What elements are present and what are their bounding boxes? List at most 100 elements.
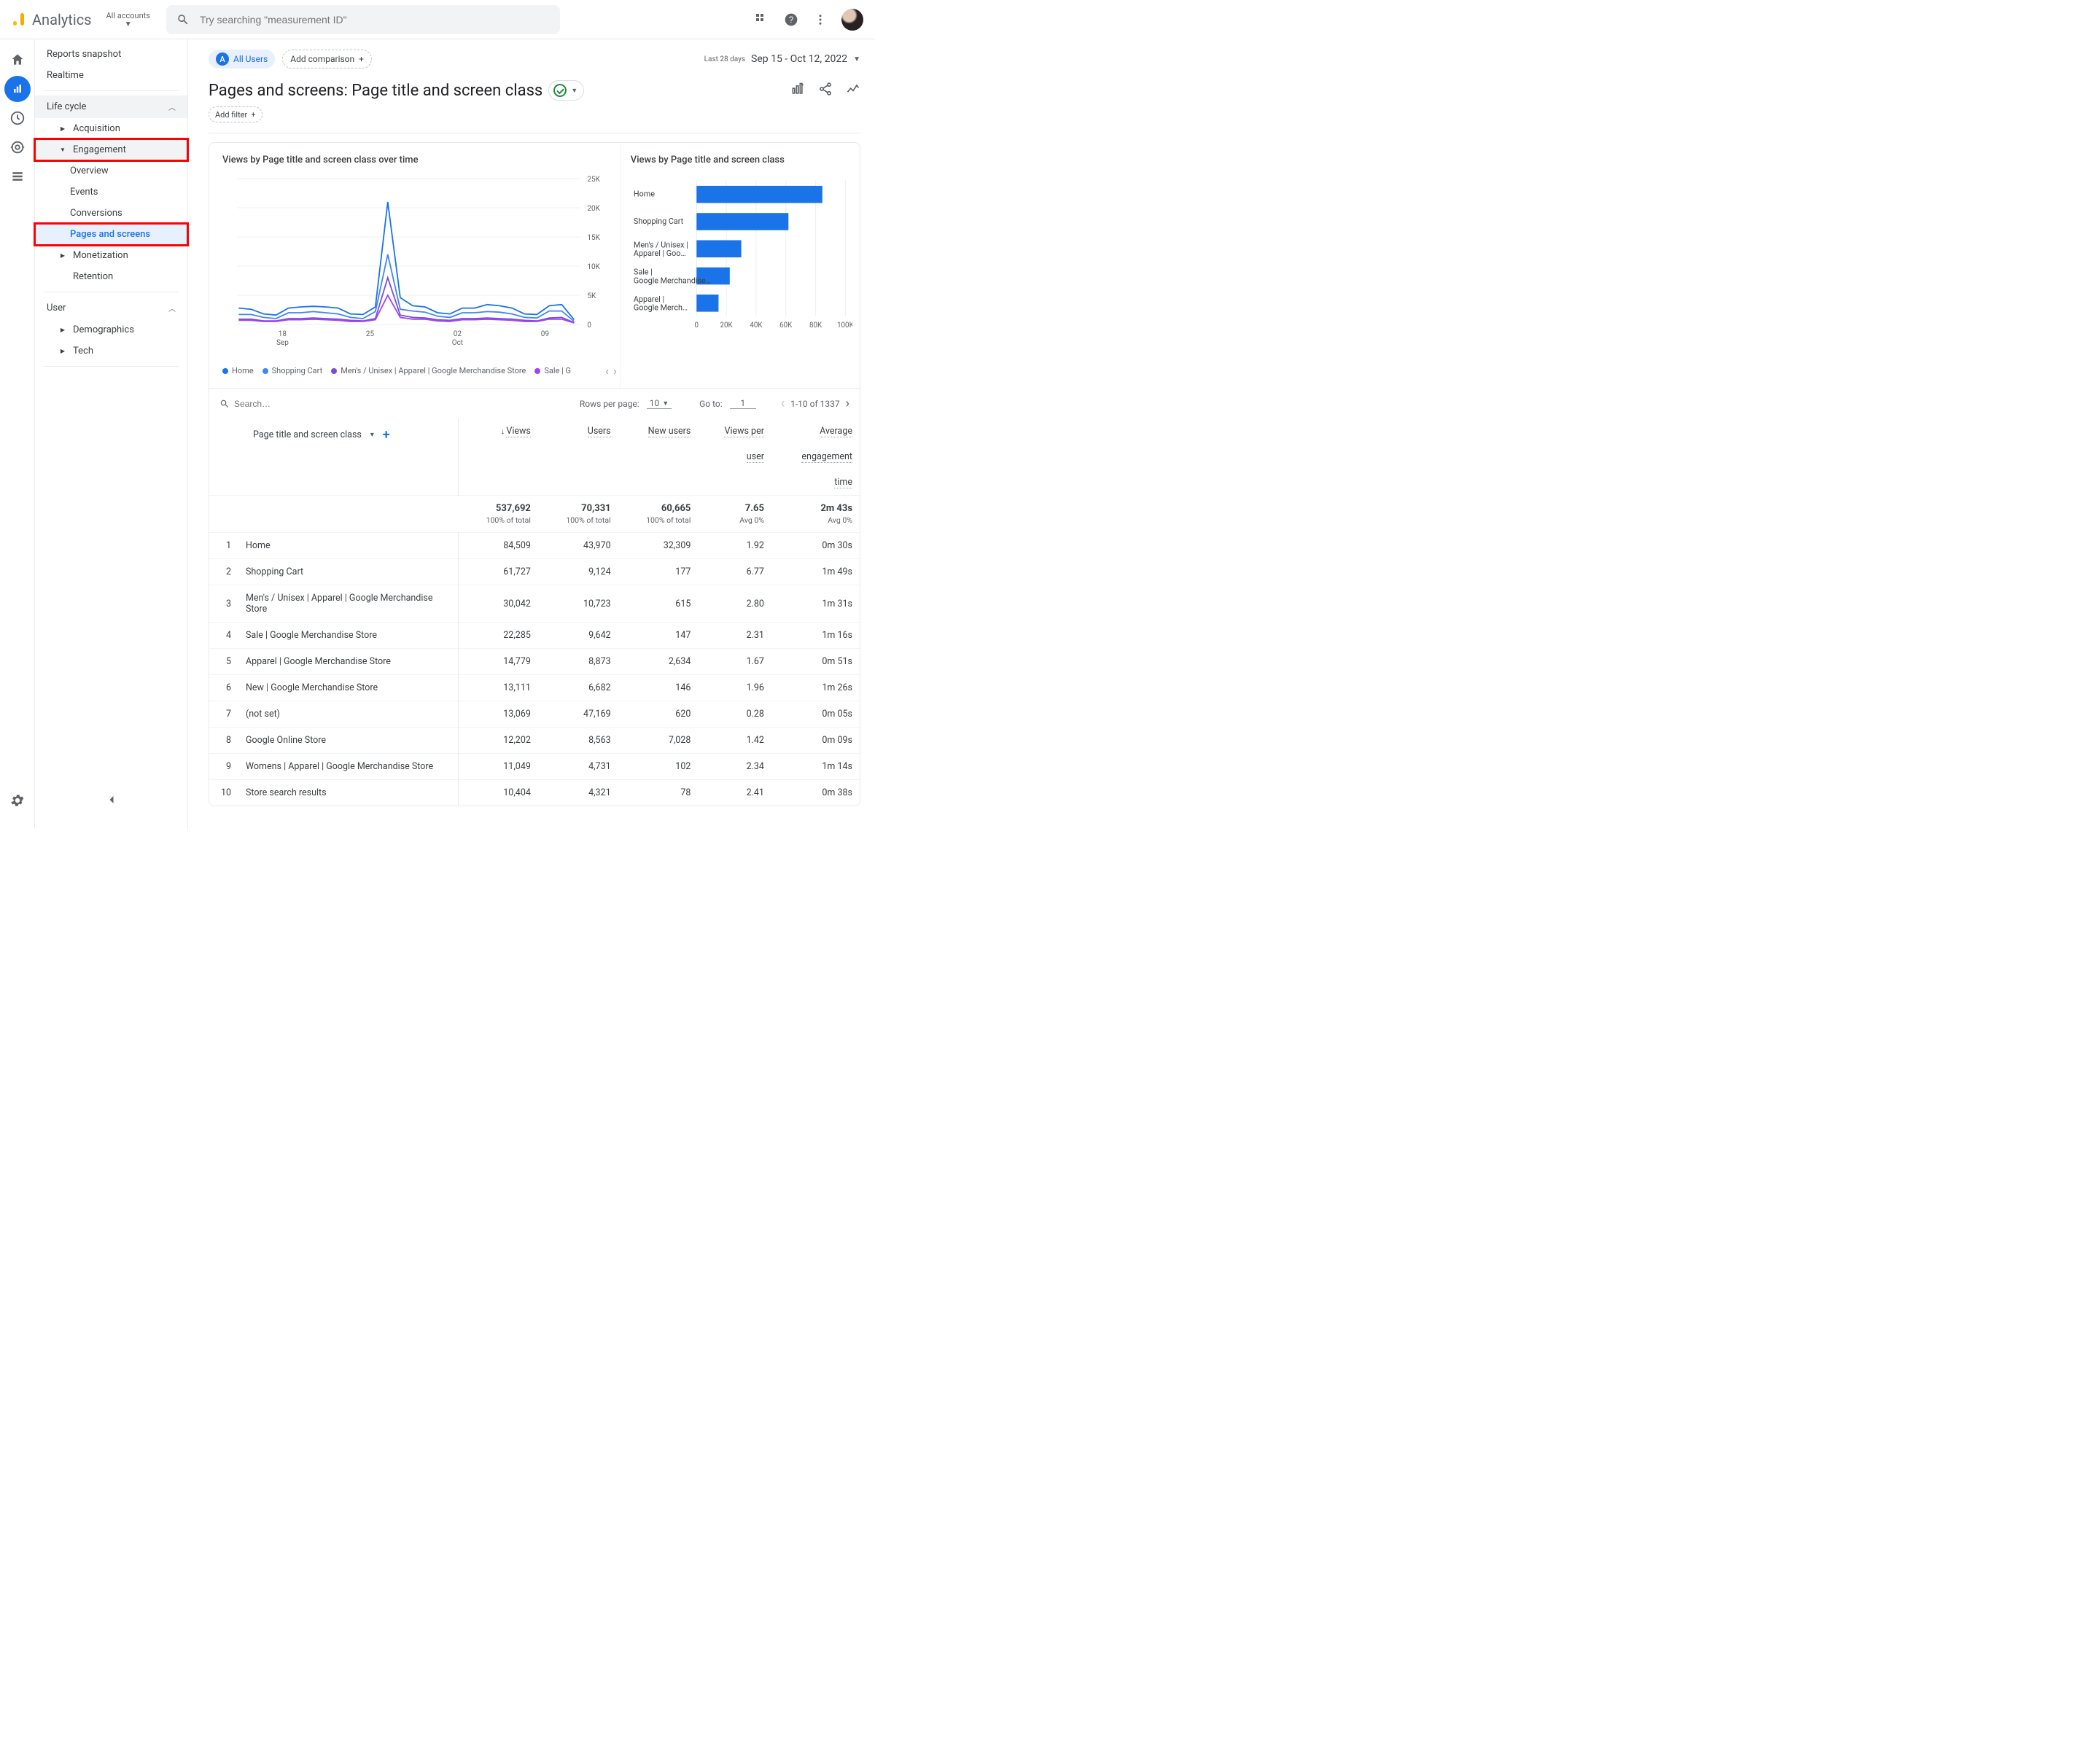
nav-demographics[interactable]: ▶Demographics [35,319,187,340]
rail-advertising-icon[interactable] [4,134,31,160]
table-row[interactable]: 8Google Online Store12,2028,5637,0281.42… [209,728,860,754]
insights-icon[interactable] [846,82,860,99]
row-aet: 1m 49s [771,559,860,585]
rows-per-page-select[interactable]: 10 ▼ [647,398,672,409]
svg-text:20K: 20K [587,205,600,213]
svg-text:Home: Home [634,190,655,199]
nav-section-lifecycle[interactable]: Life cycle ︿ [35,96,187,118]
row-new-users: 147 [618,623,699,649]
table-row[interactable]: 7(not set)13,06947,1696200.280m 05s [209,701,860,728]
table-row[interactable]: 10Store search results10,4044,321782.410… [209,780,860,806]
svg-text:40K: 40K [750,321,763,330]
bar-chart[interactable]: HomeShopping CartMen's / Unisex |Apparel… [631,171,852,346]
nav-monetization[interactable]: ▶Monetization [35,245,187,266]
help-icon[interactable]: ? [783,12,799,28]
row-views-per-user: 1.67 [698,649,771,675]
row-views: 61,727 [458,559,538,585]
table-search[interactable] [219,399,307,409]
table-row[interactable]: 6New | Google Merchandise Store13,1116,6… [209,675,860,701]
row-views: 84,509 [458,533,538,559]
search-input[interactable] [200,14,550,26]
header-icons: ? [754,9,863,31]
search-bar[interactable] [166,5,560,34]
legend-item[interactable]: Home [222,366,254,375]
nav-realtime[interactable]: Realtime [35,65,187,86]
collapse-nav-button[interactable] [104,792,119,811]
more-vert-icon[interactable] [812,12,828,28]
table-row[interactable]: 2Shopping Cart61,7279,1241776.771m 49s [209,559,860,585]
col-views[interactable]: ↓Views [458,418,538,444]
legend-prev-icon[interactable]: ‹ [605,364,609,378]
table-row[interactable]: 3Men's / Unisex | Apparel | Google Merch… [209,585,860,623]
nav-pages-and-screens[interactable]: Pages and screens [35,224,187,245]
all-users-label: All Users [233,54,268,64]
table-row[interactable]: 4Sale | Google Merchandise Store22,2859,… [209,623,860,649]
svg-text:25: 25 [366,330,375,338]
next-page-icon[interactable]: › [846,396,849,411]
nav-overview[interactable]: Overview [35,160,187,182]
svg-text:5K: 5K [587,292,596,300]
chip-add-filter[interactable]: Add filter + [209,106,262,122]
brand-name: Analytics [32,11,92,28]
rail-reports-icon[interactable] [4,76,31,102]
nav-retention[interactable]: ▶Retention [35,266,187,287]
svg-text:?: ? [789,15,794,25]
add-dimension-icon[interactable]: + [383,427,390,443]
chip-add-comparison[interactable]: Add comparison + [282,50,372,69]
row-aet: 0m 30s [771,533,860,559]
rail-explore-icon[interactable] [4,105,31,131]
line-chart[interactable]: 25K 20K 15K 10K 5K 0 18 Sep 25 02 Oct 09 [222,171,617,354]
plus-icon: + [251,110,255,120]
legend-next-icon[interactable]: › [613,364,617,378]
table-row[interactable]: 5Apparel | Google Merchandise Store14,77… [209,649,860,675]
rows-per-page-label: Rows per page: [580,399,639,409]
data-quality-chip[interactable]: ▼ [548,80,584,101]
date-range-picker[interactable]: Last 28 days Sep 15 - Oct 12, 2022 ▼ [704,53,860,65]
apps-icon[interactable] [754,12,770,28]
nav-section-user[interactable]: User ︿ [35,297,187,319]
add-filter-label: Add filter [215,110,247,120]
svg-text:Google Merch…: Google Merch… [634,303,688,313]
row-views: 30,042 [458,585,538,623]
legend-item[interactable]: Shopping Cart [262,366,323,375]
logo-block[interactable]: Analytics [10,11,92,28]
table-row[interactable]: 1Home84,50943,97032,3091.920m 30s [209,533,860,559]
nav-reports-snapshot[interactable]: Reports snapshot [35,44,187,65]
nav-conversions[interactable]: Conversions [35,203,187,224]
avatar[interactable] [841,9,863,31]
row-users: 8,563 [538,728,618,754]
legend-item[interactable]: Sale | G [534,366,571,375]
row-views-per-user: 0.28 [698,701,771,728]
row-users: 6,682 [538,675,618,701]
nav-tech[interactable]: ▶Tech [35,340,187,362]
table-row[interactable]: 9Womens | Apparel | Google Merchandise S… [209,754,860,780]
col-users[interactable]: Users [538,418,618,444]
chart-legend: Home Shopping Cart Men's / Unisex | Appa… [222,364,617,378]
nav-events[interactable]: Events [35,182,187,203]
customize-report-icon[interactable] [790,82,805,99]
legend-item[interactable]: Men's / Unisex | Apparel | Google Mercha… [331,366,526,375]
svg-text:20K: 20K [720,321,733,330]
table-search-input[interactable] [234,399,307,409]
svg-text:0: 0 [587,321,591,330]
rail-home-icon[interactable] [4,47,31,73]
nav-engagement[interactable]: ▼Engagement [35,139,187,160]
page-title: Pages and screens: Page title and screen… [209,80,584,101]
col-views-per-user[interactable]: Views per [698,418,771,444]
col-new-users[interactable]: New users [618,418,699,444]
col-avg-engagement-time[interactable]: Average [771,418,860,444]
share-icon[interactable] [818,82,833,99]
rail-admin-icon[interactable] [4,787,31,814]
go-to-input[interactable]: 1 [730,398,756,409]
svg-text:18: 18 [279,330,287,338]
row-index: 5 [209,649,241,675]
dimension-picker[interactable]: Page title and screen class ▼ + [217,427,451,443]
nav-acquisition[interactable]: ▶Acquisition [35,118,187,139]
prev-page-icon[interactable]: ‹ [781,396,785,411]
svg-text:15K: 15K [587,234,600,242]
rail-configure-icon[interactable] [4,163,31,190]
row-name: (not set) [241,701,458,728]
chip-all-users[interactable]: A All Users [209,50,275,69]
svg-text:Apparel | Goo…: Apparel | Goo… [634,249,686,258]
account-dropdown[interactable]: All accounts ▼ [106,11,150,28]
